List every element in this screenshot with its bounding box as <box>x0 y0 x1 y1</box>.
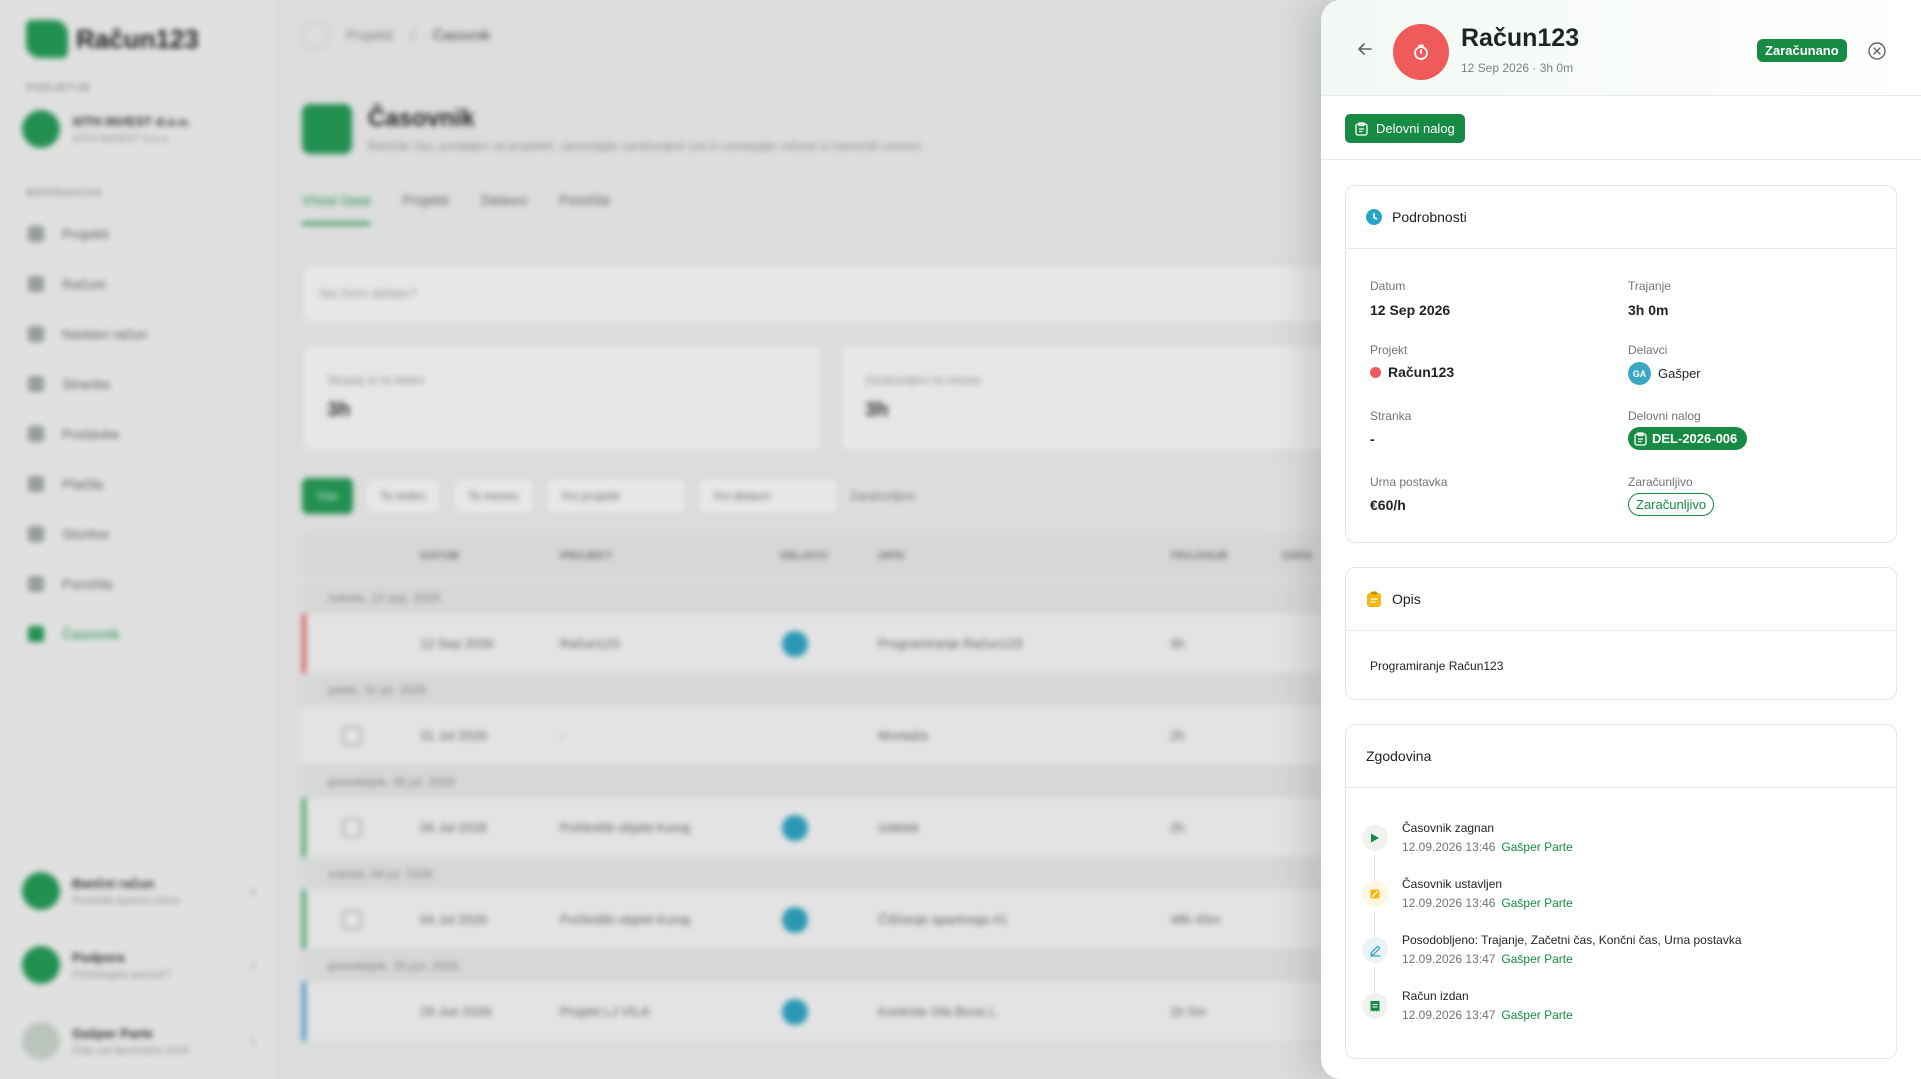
history-time: 12.09.2026 13:46 <box>1402 840 1496 854</box>
description-heading: Opis <box>1392 591 1421 607</box>
history-card-header: Zgodovina <box>1346 725 1896 788</box>
field-label: Datum <box>1370 279 1406 293</box>
field-project: Račun123 <box>1370 364 1454 380</box>
history-title: Posodobljeno: Trajanje, Začetni čas, Kon… <box>1402 933 1742 947</box>
drawer-title: Račun123 <box>1461 24 1580 52</box>
field-label: Trajanje <box>1628 279 1671 293</box>
project-name: Račun123 <box>1388 364 1455 380</box>
history-item: Časovnik ustavljen 12.09.2026 13:46 Gašpe… <box>1362 877 1573 910</box>
details-card-header: Podrobnosti <box>1346 186 1896 249</box>
description-card-header: Opis <box>1346 568 1896 631</box>
history-meta: 12.09.2026 13:46 Gašper Parte <box>1402 840 1573 854</box>
time-entry-drawer: Račun123 12 Sep 2026 · 3h 0m Zaračunano … <box>1321 0 1921 1079</box>
history-meta: 12.09.2026 13:47 Gašper Parte <box>1402 952 1742 966</box>
clipboard-icon <box>1355 121 1368 136</box>
field-duration: 3h 0m <box>1628 302 1669 318</box>
history-user-link[interactable]: Gašper Parte <box>1501 840 1572 854</box>
notepad-icon <box>1367 591 1381 607</box>
stop-icon <box>1362 881 1388 907</box>
field-date: 12 Sep 2026 <box>1370 302 1451 318</box>
history-title: Časovnik zagnan <box>1402 821 1495 835</box>
history-heading: Zgodovina <box>1366 748 1432 764</box>
history-item: Račun izdan 12.09.2026 13:47 Gašper Parte <box>1362 989 1573 1022</box>
history-user-link[interactable]: Gašper Parte <box>1501 896 1572 910</box>
field-workers: GA Gašper <box>1628 362 1701 385</box>
details-heading: Podrobnosti <box>1392 209 1467 225</box>
drawer-subtitle: 12 Sep 2026 · 3h 0m <box>1461 61 1574 75</box>
field-label: Delavci <box>1628 343 1668 357</box>
history-time: 12.09.2026 13:46 <box>1402 896 1496 910</box>
work-order-button-label: Delovni nalog <box>1376 121 1455 136</box>
clipboard-icon <box>1634 431 1647 446</box>
history-title: Časovnik ustavljen <box>1402 877 1503 891</box>
history-meta: 12.09.2026 13:47 Gašper Parte <box>1402 1008 1573 1022</box>
history-item: Časovnik zagnan 12.09.2026 13:46 Gašper P… <box>1362 821 1573 854</box>
field-label: Zaračunljivo <box>1628 475 1693 489</box>
field-label: Urna postavka <box>1370 475 1448 489</box>
field-billable: Zaračunljivo <box>1628 493 1715 516</box>
arrow-left-icon[interactable] <box>1355 39 1375 59</box>
history-time: 12.09.2026 13:47 <box>1402 952 1496 966</box>
close-icon[interactable] <box>1867 41 1887 61</box>
clock-icon <box>1366 209 1382 225</box>
worker-name: Gašper <box>1658 366 1701 381</box>
invoice-icon <box>1362 993 1388 1019</box>
history-meta: 12.09.2026 13:46 Gašper Parte <box>1402 896 1573 910</box>
project-color-dot <box>1370 366 1381 378</box>
drawer-header: Račun123 12 Sep 2026 · 3h 0m Zaračunano <box>1321 0 1921 96</box>
history-time: 12.09.2026 13:47 <box>1402 1008 1496 1022</box>
history-item: Posodobljeno: Trajanje, Začetni čas, Kon… <box>1362 933 1742 966</box>
description-card: Opis Programiranje Račun123 <box>1345 567 1897 700</box>
work-order-number: DEL-2026-006 <box>1652 431 1738 446</box>
history-user-link[interactable]: Gašper Parte <box>1501 952 1572 966</box>
history-card: Zgodovina Časovnik zagnan 12.09.2026 13:… <box>1345 724 1897 1059</box>
history-title: Račun izdan <box>1402 989 1469 1003</box>
details-card: Podrobnosti Datum 12 Sep 2026 Trajanje 3… <box>1345 185 1897 543</box>
timer-avatar <box>1393 24 1449 80</box>
field-work-order: DEL-2026-006 <box>1628 427 1748 450</box>
work-order-link[interactable]: DEL-2026-006 <box>1628 427 1748 450</box>
stopwatch-icon <box>1414 44 1428 60</box>
field-label: Delovni nalog <box>1628 409 1701 423</box>
field-rate: €60/h <box>1370 497 1406 513</box>
description-text: Programiranje Račun123 <box>1370 659 1504 673</box>
status-badge: Zaračunano <box>1757 39 1847 62</box>
history-user-link[interactable]: Gašper Parte <box>1501 1008 1572 1022</box>
play-icon <box>1362 825 1388 851</box>
avatar: GA <box>1628 362 1651 385</box>
billable-badge: Zaračunljivo <box>1628 493 1715 516</box>
drawer-toolbar: Delovni nalog <box>1321 96 1921 160</box>
field-client: - <box>1370 431 1375 447</box>
field-label: Projekt <box>1370 343 1408 357</box>
pencil-icon <box>1362 937 1388 963</box>
field-label: Stranka <box>1370 409 1412 423</box>
work-order-button[interactable]: Delovni nalog <box>1345 114 1465 143</box>
